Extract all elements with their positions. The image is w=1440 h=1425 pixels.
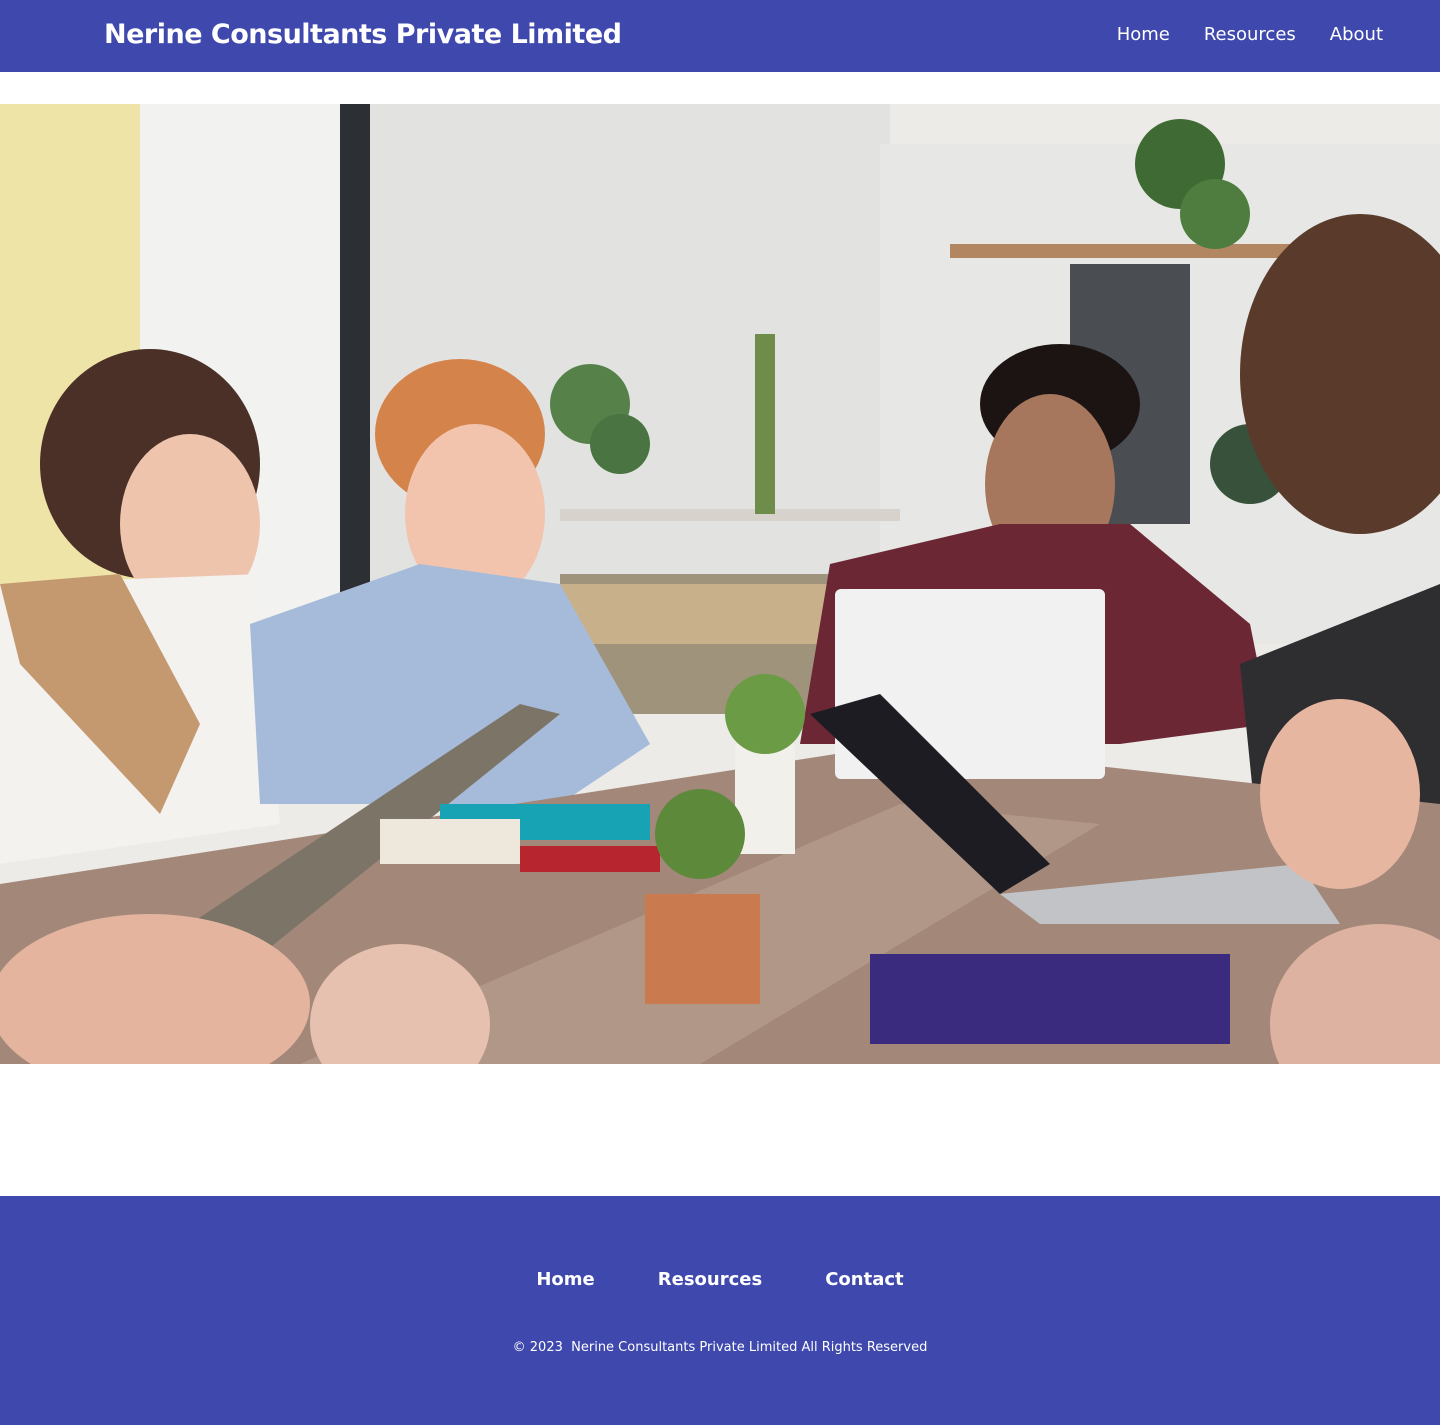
footer-home-link[interactable]: Home: [536, 1267, 594, 1293]
nav-about-link[interactable]: About: [1330, 22, 1383, 48]
site-header: Nerine Consultants Private Limited Home …: [0, 0, 1440, 72]
copyright-text: © 2023 Nerine Consultants Private Limite…: [512, 1340, 928, 1355]
footer-contact-link[interactable]: Contact: [825, 1267, 903, 1293]
site-footer: Home Resources Contact © 2023 Nerine Con…: [0, 1196, 1440, 1425]
footer-nav: Home Resources Contact: [0, 1267, 1440, 1293]
main-nav: Home Resources About: [1117, 22, 1383, 48]
hero-image: [0, 104, 1440, 1064]
nav-resources-link[interactable]: Resources: [1204, 22, 1296, 48]
team-meeting-photo: [0, 104, 1440, 1064]
brand-title[interactable]: Nerine Consultants Private Limited: [104, 16, 622, 54]
nav-home-link[interactable]: Home: [1117, 22, 1170, 48]
footer-resources-link[interactable]: Resources: [658, 1267, 762, 1293]
